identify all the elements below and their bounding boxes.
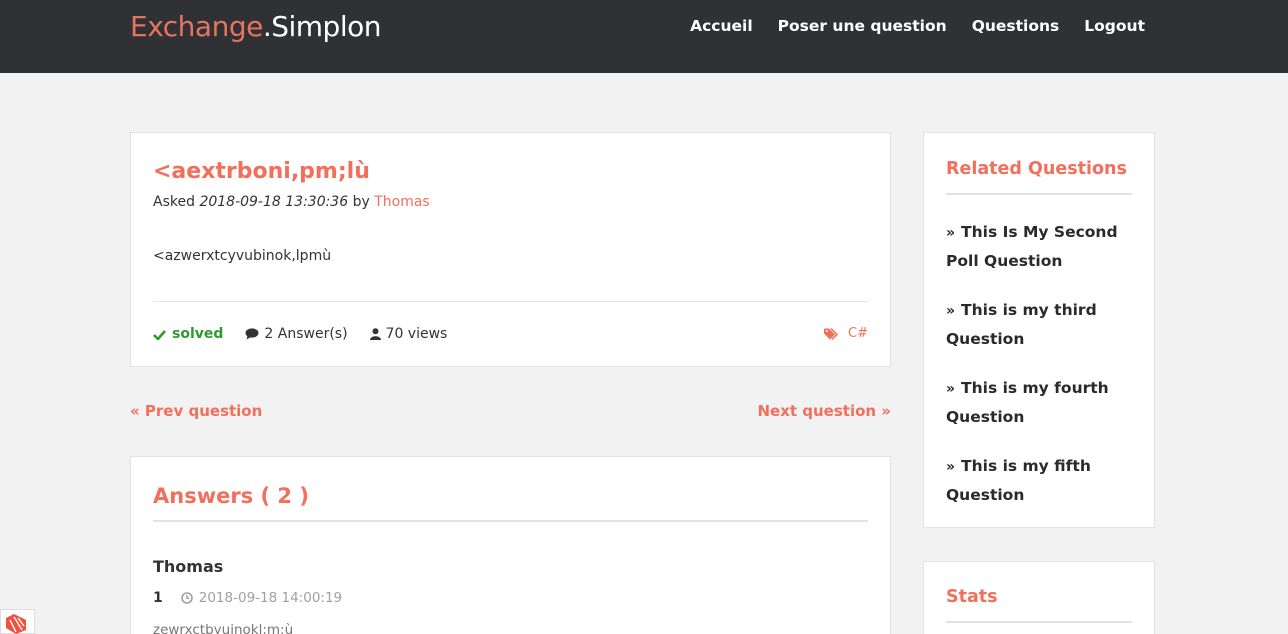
answers-count-label: 2 Answer(s) <box>264 326 348 342</box>
answer-time-label: 2018-09-18 14:00:19 <box>198 590 343 606</box>
nav-questions[interactable]: Questions <box>972 17 1060 35</box>
brand-part-1: Exchange <box>130 10 263 43</box>
brand-logo[interactable]: Exchange.Simplon <box>130 10 382 43</box>
by-label: by <box>352 194 370 210</box>
answer-author: Thomas <box>153 557 224 576</box>
answer-number: 1 <box>153 590 163 606</box>
stats-title: Stats <box>946 587 998 607</box>
question-meta: Asked 2018-09-18 13:30:36 by Thomas <box>153 194 430 210</box>
related-item-label: This Is My Second Poll Question <box>946 223 1118 270</box>
user-icon <box>369 328 381 340</box>
answers-panel: Answers ( 2 ) Thomas 1 2018-09-18 14:00:… <box>130 456 891 634</box>
related-item[interactable]: » This is my third Question <box>946 297 1136 353</box>
chevron-right-icon: » <box>946 459 956 475</box>
question-title: <aextrboni,pm;lù <box>153 159 370 184</box>
answer-meta: 1 2018-09-18 14:00:19 <box>153 590 342 606</box>
solved-label: solved <box>172 326 224 342</box>
question-tags: C# <box>824 326 868 341</box>
question-date: 2018-09-18 13:30:36 <box>199 194 349 210</box>
question-footer: solved 2 Answer(s) 70 views <box>153 326 447 342</box>
nav-logout[interactable]: Logout <box>1084 17 1145 35</box>
chevron-right-icon: » <box>946 381 956 397</box>
divider <box>946 621 1132 623</box>
views-count-label: 70 views <box>385 326 448 342</box>
check-icon <box>153 329 166 340</box>
related-list: » This Is My Second Poll Question » This i… <box>946 219 1136 531</box>
divider <box>153 301 868 302</box>
related-item-label: This is my fifth Question <box>946 457 1091 504</box>
answers-count: 2 Answer(s) <box>245 326 348 342</box>
views-count: 70 views <box>369 326 448 342</box>
solved-badge: solved <box>153 326 223 342</box>
answers-title: Answers ( 2 ) <box>153 484 309 508</box>
related-item[interactable]: » This is my fourth Question <box>946 375 1136 431</box>
chevron-right-icon: » <box>946 225 956 241</box>
laravel-icon <box>6 614 26 634</box>
debug-toolbar-icon[interactable] <box>0 609 35 634</box>
comment-icon <box>245 328 259 340</box>
answer-body: zewrxctbyuinokl;m:ù <box>153 622 294 634</box>
related-item-label: This is my fourth Question <box>946 379 1109 426</box>
top-navbar: Exchange.Simplon Accueil Poser une quest… <box>0 0 1288 73</box>
related-item[interactable]: » This Is My Second Poll Question <box>946 219 1136 275</box>
next-question-link[interactable]: Next question » <box>757 402 891 420</box>
divider <box>946 193 1132 195</box>
related-item-label: This is my third Question <box>946 301 1097 348</box>
main-nav: Accueil Poser une question Questions Log… <box>690 17 1145 35</box>
answer-timestamp: 2018-09-18 14:00:19 <box>180 590 343 606</box>
tag-csharp[interactable]: C# <box>848 326 868 341</box>
tags-icon <box>824 327 839 340</box>
related-item[interactable]: » This is my fifth Question <box>946 453 1136 509</box>
divider <box>153 520 868 522</box>
related-title: Related Questions <box>946 159 1127 179</box>
chevron-right-icon: » <box>946 303 956 319</box>
asked-label: Asked <box>153 194 195 210</box>
question-author-link[interactable]: Thomas <box>374 194 430 210</box>
brand-part-2: .Simplon <box>262 10 382 43</box>
question-body: <azwerxtcyvubinok,lpmù <box>153 248 332 264</box>
related-questions-panel: Related Questions » This Is My Second Pol… <box>923 132 1155 528</box>
question-panel: <aextrboni,pm;lù Asked 2018-09-18 13:30:… <box>130 132 891 367</box>
nav-accueil[interactable]: Accueil <box>690 17 753 35</box>
prev-question-link[interactable]: « Prev question <box>130 402 262 420</box>
clock-icon <box>180 592 193 604</box>
stats-panel: Stats <box>923 561 1155 634</box>
nav-ask-question[interactable]: Poser une question <box>778 17 947 35</box>
